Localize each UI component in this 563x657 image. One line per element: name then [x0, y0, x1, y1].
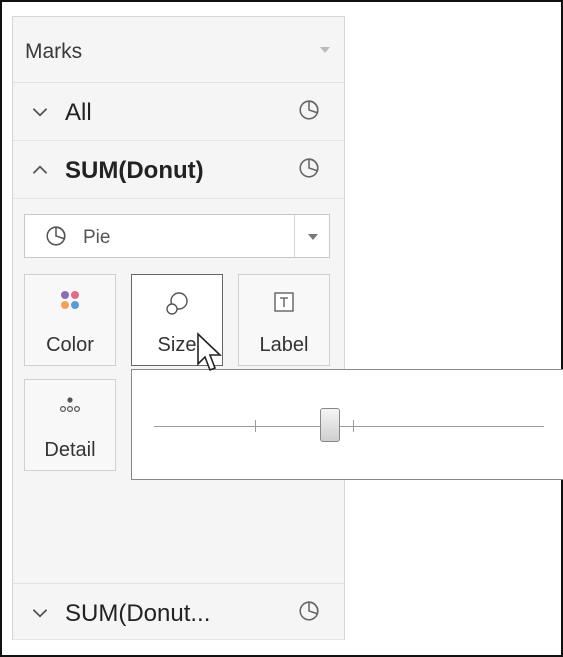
label-button-label: Label	[259, 334, 309, 356]
text-label-icon	[274, 292, 294, 312]
chevron-down-icon[interactable]	[29, 602, 51, 624]
slider-tick	[255, 420, 256, 432]
pie-chart-icon	[46, 226, 66, 246]
pie-chart-icon	[299, 158, 319, 178]
color-button-label: Color	[46, 334, 94, 356]
label-button[interactable]: Label	[238, 274, 330, 366]
size-slider-thumb[interactable]	[319, 408, 340, 442]
marks-card-label: SUM(Donut)	[65, 157, 204, 184]
mark-type-value: Pie	[83, 227, 111, 248]
detail-button[interactable]: Detail	[24, 379, 116, 471]
chevron-down-icon[interactable]	[308, 234, 318, 240]
marks-header: Marks	[13, 17, 344, 83]
detail-dots-icon	[59, 397, 81, 413]
marks-panel: Marks All SUM(Donut) Pie Color Size Labe…	[12, 16, 345, 640]
marks-card-sum-donut-2[interactable]: SUM(Donut...	[13, 583, 344, 640]
chevron-up-icon[interactable]	[29, 159, 51, 181]
pie-chart-icon	[299, 100, 319, 120]
mark-type-dropdown[interactable]: Pie	[24, 214, 330, 258]
color-dots-icon	[61, 291, 79, 309]
slider-tick	[353, 420, 354, 432]
detail-button-label: Detail	[44, 439, 96, 461]
size-slider-popup	[131, 369, 563, 480]
mouse-pointer-icon	[197, 332, 222, 372]
pie-chart-icon	[299, 601, 319, 621]
size-slider-track[interactable]	[154, 426, 544, 427]
marks-card-all[interactable]: All	[13, 83, 344, 141]
marks-card-sum-donut[interactable]: SUM(Donut)	[13, 141, 344, 199]
dropdown-separator	[294, 215, 295, 257]
marks-card-label: SUM(Donut...	[65, 600, 211, 627]
marks-card-label: All	[65, 99, 92, 126]
marks-title: Marks	[25, 40, 83, 63]
chevron-down-icon[interactable]	[29, 101, 51, 123]
color-button[interactable]: Color	[24, 274, 116, 366]
marks-menu-arrow-icon[interactable]	[320, 47, 330, 53]
size-icon	[166, 292, 188, 315]
